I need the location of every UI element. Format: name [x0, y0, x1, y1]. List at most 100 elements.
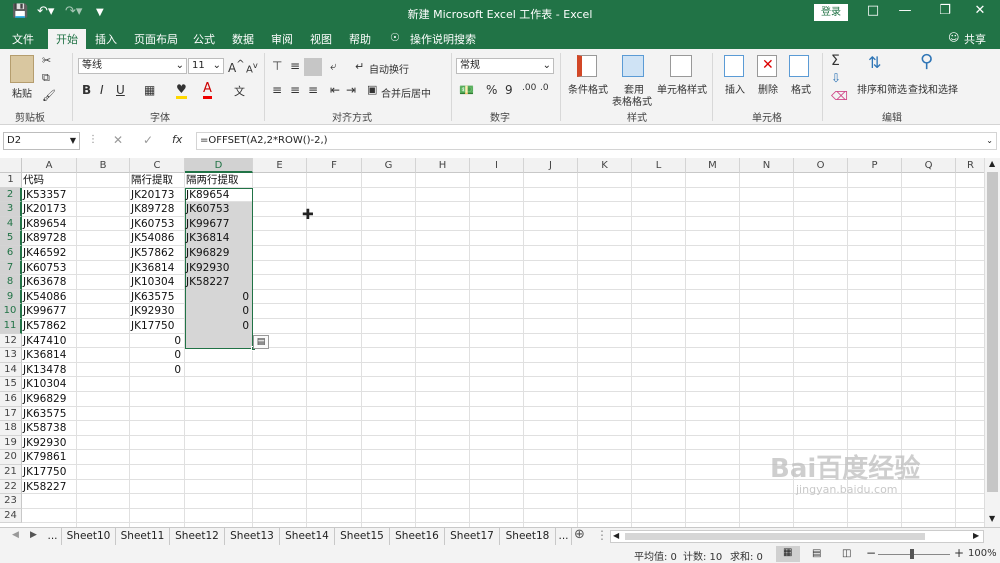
column-header-l[interactable]: L	[632, 158, 686, 173]
decrease-indent-icon[interactable]: ⇤	[330, 83, 340, 97]
cell-a14[interactable]: JK13478	[23, 363, 76, 378]
paste-icon[interactable]	[10, 55, 34, 83]
cell-c14[interactable]: 0	[131, 363, 184, 378]
delete-cells-button[interactable]: 删除	[758, 81, 778, 96]
copy-icon[interactable]: ⧉	[42, 71, 50, 85]
row-header-1[interactable]: 1	[0, 173, 22, 188]
row-header-8[interactable]: 8	[0, 275, 22, 290]
row-header-21[interactable]: 21	[0, 465, 22, 480]
decrease-decimal-icon[interactable]: .0	[540, 83, 549, 93]
clear-icon[interactable]: ⌫	[831, 89, 848, 103]
row-header-15[interactable]: 15	[0, 377, 22, 392]
scroll-right-icon[interactable]: ▶	[973, 531, 979, 540]
zoom-thumb[interactable]	[910, 549, 914, 559]
row-header-14[interactable]: 14	[0, 362, 22, 378]
sheet-tab-sheet10[interactable]: Sheet10	[62, 528, 116, 545]
increase-indent-icon[interactable]: ⇥	[346, 83, 356, 97]
find-select-button[interactable]: 查找和选择	[908, 81, 958, 96]
more-sheets-button[interactable]: ...	[44, 528, 62, 545]
sheet-tab-sheet13[interactable]: Sheet13	[225, 528, 280, 545]
tab-file[interactable]: 文件	[12, 31, 34, 47]
cell-a21[interactable]: JK17750	[23, 465, 76, 480]
page-layout-view-icon[interactable]: ▤	[812, 548, 821, 559]
tell-me-search[interactable]: 操作说明搜索	[410, 31, 476, 47]
row-header-20[interactable]: 20	[0, 450, 22, 465]
italic-button[interactable]: I	[100, 83, 104, 97]
cell-d11[interactable]: 0	[186, 319, 252, 334]
select-all-corner[interactable]	[0, 158, 22, 173]
tab-help[interactable]: 帮助	[349, 31, 371, 47]
quick-analysis-icon[interactable]: ▤	[253, 335, 269, 349]
fill-color-icon[interactable]: ♥	[176, 82, 187, 99]
cell-a17[interactable]: JK63575	[23, 407, 76, 422]
column-header-i[interactable]: I	[470, 158, 524, 173]
ribbon-display-icon[interactable]: □	[858, 3, 888, 18]
cell-styles-icon[interactable]	[670, 55, 692, 77]
tab-insert[interactable]: 插入	[95, 31, 117, 47]
cell-d3[interactable]: JK60753	[186, 202, 252, 217]
cell-d5[interactable]: JK36814	[186, 231, 252, 246]
row-header-18[interactable]: 18	[0, 421, 22, 436]
cell-c7[interactable]: JK36814	[131, 261, 184, 276]
cell-c1[interactable]: 隔行提取	[131, 173, 184, 188]
next-sheet-icon[interactable]: ▶	[30, 530, 37, 540]
row-header-19[interactable]: 19	[0, 435, 22, 451]
phonetic-button[interactable]: 文	[234, 83, 245, 99]
add-sheet-icon[interactable]: ⊕	[574, 527, 585, 542]
row-header-7[interactable]: 7	[0, 260, 22, 276]
font-name-select[interactable]: 等线 ⌄	[78, 58, 187, 74]
currency-icon[interactable]: 💵	[459, 83, 474, 97]
tab-data[interactable]: 数据	[232, 31, 254, 47]
cell-a20[interactable]: JK79861	[23, 450, 76, 465]
percent-button[interactable]: %	[486, 83, 497, 97]
cell-d1[interactable]: 隔两行提取	[186, 173, 252, 188]
grow-font-button[interactable]: A^	[228, 59, 245, 75]
row-header-12[interactable]: 12	[0, 333, 22, 349]
cell-styles-button[interactable]: 单元格样式	[657, 81, 707, 96]
row-header-13[interactable]: 13	[0, 348, 22, 363]
row-header-22[interactable]: 22	[0, 479, 22, 495]
column-header-c[interactable]: C	[130, 158, 185, 173]
insert-function-button[interactable]: fx	[172, 133, 182, 146]
sort-filter-icon[interactable]: ⇅	[868, 53, 881, 72]
cancel-icon[interactable]: ✕	[113, 133, 123, 147]
zoom-out-button[interactable]: −	[866, 546, 876, 560]
cell-c2[interactable]: JK20173	[131, 188, 184, 203]
login-button[interactable]: 登录	[814, 4, 848, 21]
row-header-5[interactable]: 5	[0, 231, 22, 246]
format-cells-button[interactable]: 格式	[791, 81, 811, 96]
cell-d8[interactable]: JK58227	[186, 275, 252, 290]
cell-d9[interactable]: 0	[186, 290, 252, 305]
sheet-tab-sheet17[interactable]: Sheet17	[445, 528, 500, 545]
zoom-level[interactable]: 100%	[968, 548, 997, 559]
restore-icon[interactable]: ❐	[930, 3, 960, 18]
tab-formulas[interactable]: 公式	[193, 31, 215, 47]
sheet-tab-sheet16[interactable]: Sheet16	[390, 528, 445, 545]
scroll-thumb[interactable]	[987, 172, 998, 492]
cell-c10[interactable]: JK92930	[131, 304, 184, 319]
cell-d4[interactable]: JK99677	[186, 217, 252, 232]
column-header-d[interactable]: D	[185, 158, 253, 173]
scroll-down-icon[interactable]: ▼	[989, 514, 995, 523]
format-as-table-icon[interactable]	[622, 55, 644, 77]
share-button[interactable]: 共享	[964, 31, 986, 47]
row-header-2[interactable]: 2	[0, 187, 22, 203]
cut-icon[interactable]: ✂	[42, 54, 51, 67]
column-header-h[interactable]: H	[416, 158, 470, 173]
tab-page-layout[interactable]: 页面布局	[134, 31, 178, 47]
cell-a8[interactable]: JK63678	[23, 275, 76, 290]
align-left-icon[interactable]: ≡	[272, 83, 282, 97]
enter-icon[interactable]: ✓	[143, 133, 153, 147]
conditional-format-icon[interactable]	[577, 55, 597, 77]
cell-a16[interactable]: JK96829	[23, 392, 76, 407]
cell-a12[interactable]: JK47410	[23, 334, 76, 349]
format-cells-icon[interactable]	[789, 55, 809, 77]
column-header-a[interactable]: A	[22, 158, 77, 173]
close-icon[interactable]: ✕	[965, 3, 995, 18]
formula-input[interactable]: =OFFSET(A2,2*ROW()-2,) ⌄	[196, 132, 997, 150]
vertical-scrollbar[interactable]: ▲ ▼	[984, 158, 1000, 527]
format-as-table-label2[interactable]: 表格格式	[612, 93, 652, 108]
cell-a15[interactable]: JK10304	[23, 377, 76, 392]
column-header-o[interactable]: O	[794, 158, 848, 173]
zoom-in-button[interactable]: +	[954, 546, 964, 560]
